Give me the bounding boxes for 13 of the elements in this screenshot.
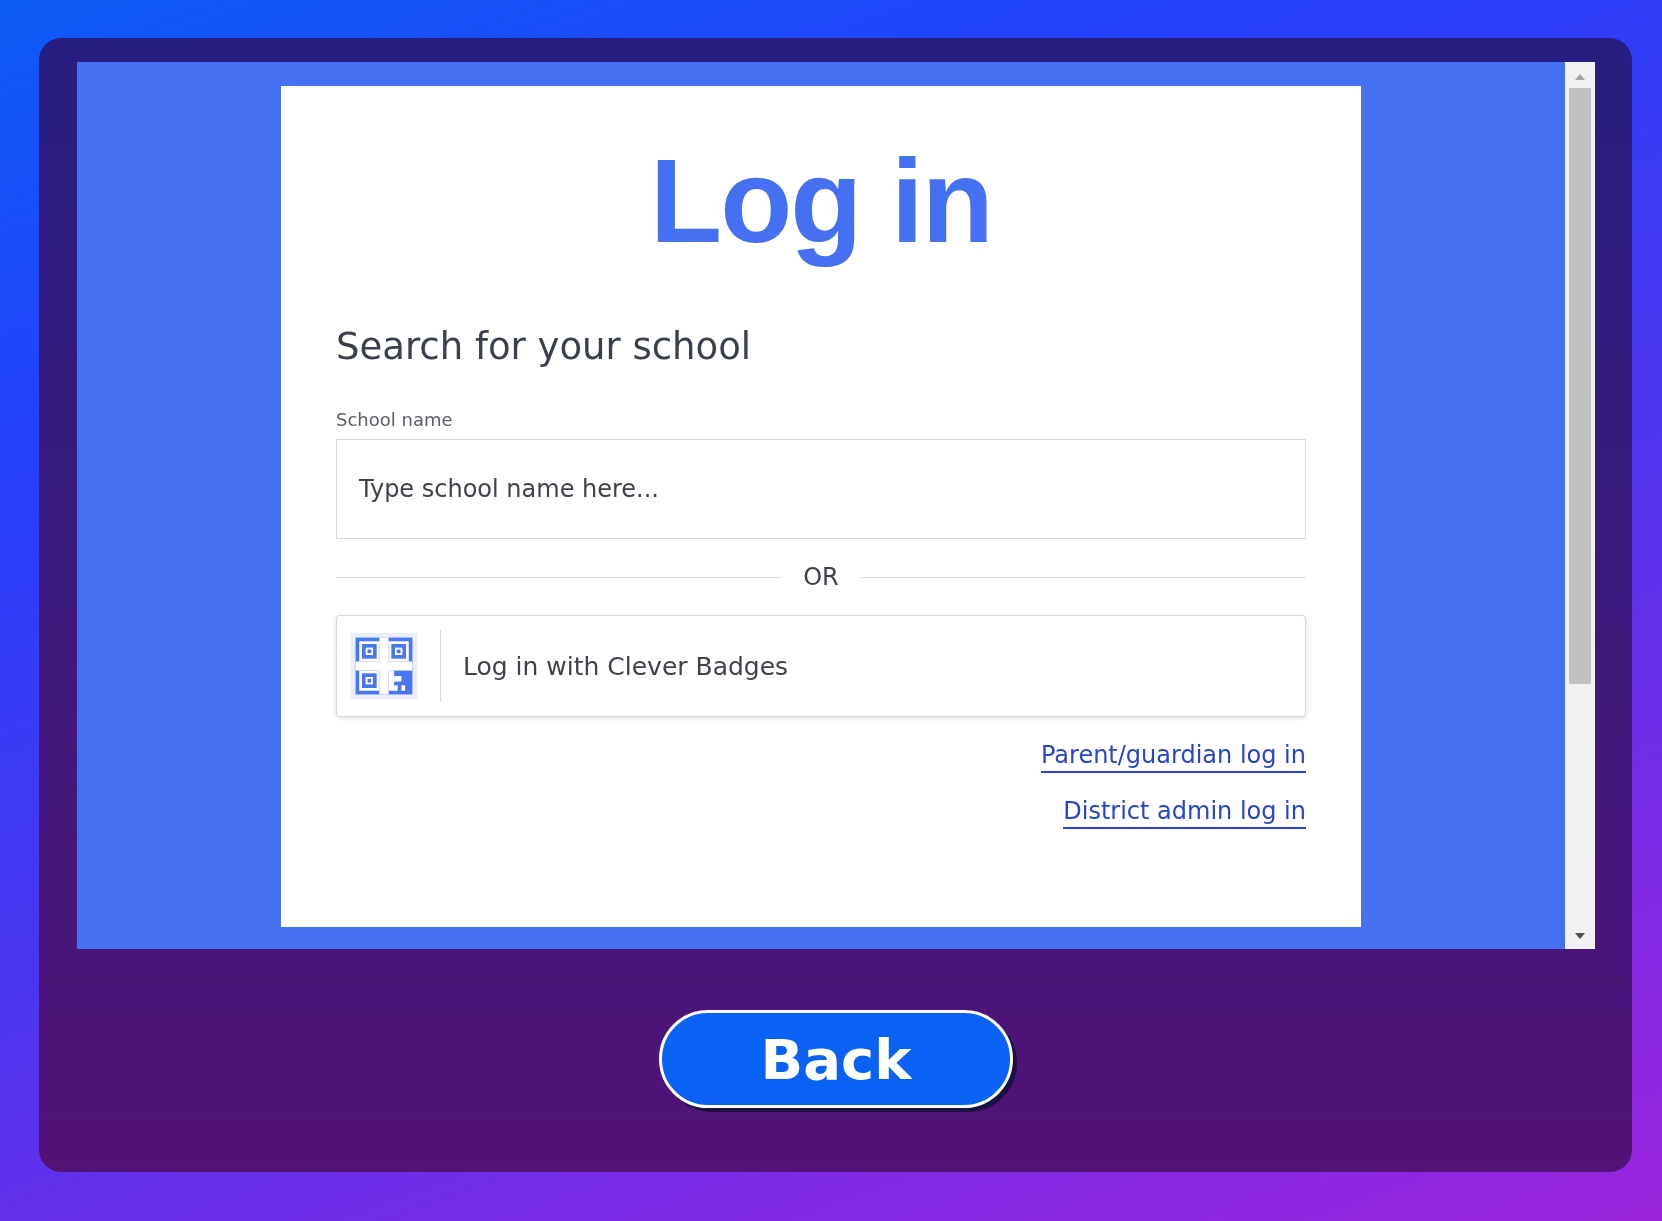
field-label: School name <box>336 408 454 432</box>
section-heading: Search for your school <box>336 324 753 370</box>
qr-code-icon <box>351 633 417 699</box>
or-divider-text: OR <box>803 562 839 593</box>
scroll-up-icon[interactable] <box>1575 74 1585 80</box>
page-title: Log in <box>650 134 992 269</box>
scrollbar[interactable] <box>1565 62 1595 949</box>
scroll-thumb[interactable] <box>1569 88 1591 684</box>
clever-badges-button[interactable]: Log in with Clever Badges <box>336 615 1306 717</box>
login-link[interactable]: District admin log in <box>1063 795 1306 829</box>
school-name-field[interactable]: Type school name here... <box>336 439 1306 539</box>
login-link[interactable]: Parent/guardian log in <box>1040 739 1306 773</box>
scroll-down-icon[interactable] <box>1575 933 1585 939</box>
